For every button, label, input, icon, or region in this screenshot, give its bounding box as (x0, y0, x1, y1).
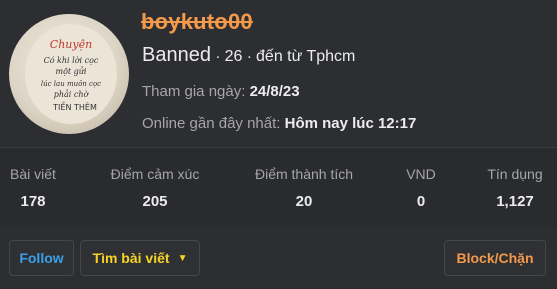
action-bar: Follow Tìm bài viết ▼ Block/Chặn (0, 227, 557, 289)
stat-label: Điểm thành tích (254, 166, 354, 182)
last-online-value: Hôm nay lúc 12:17 (284, 115, 417, 132)
stat-value: 205 (142, 193, 168, 210)
location[interactable]: Tphcm (306, 48, 355, 65)
user-age: 26 (224, 48, 243, 65)
location-prefix: đến từ (256, 48, 303, 65)
last-online-label: Online gần đây nhất: (142, 115, 281, 132)
block-button[interactable]: Block/Chặn (444, 240, 546, 276)
find-posts-label: Tìm bài viết (92, 250, 170, 266)
separator-dot: · (246, 48, 257, 65)
find-posts-button[interactable]: Tìm bài viết ▼ (80, 240, 200, 276)
avatar-text-line-4: lúc lau muôn cọc (41, 80, 101, 88)
avatar-image: Chuyện Có khi lời cọc một gửi lúc lau mu… (25, 24, 117, 124)
last-online-row: Online gần đây nhất: Hôm nay lúc 12:17 (142, 115, 416, 132)
joined-label: Tham gia ngày: (142, 83, 246, 100)
stat-value: 178 (20, 193, 46, 210)
stat-label: Điểm cảm xúc (110, 166, 200, 182)
username[interactable]: boykuto00 (141, 9, 253, 35)
follow-button[interactable]: Follow (9, 240, 74, 276)
avatar-text-line-3: một gửi (56, 67, 87, 76)
stat-trophy-points[interactable]: Điểm thành tích 20 (249, 166, 359, 210)
caret-down-icon: ▼ (177, 252, 188, 264)
stat-credits: Tín dụng 1,127 (460, 166, 557, 210)
avatar-text-line-5: phải chờ (54, 90, 90, 99)
avatar-text-line-1: Chuyện (50, 38, 92, 51)
stat-value: 1,127 (496, 193, 534, 210)
joined-value: 24/8/23 (249, 83, 300, 100)
block-button-label: Block/Chặn (456, 250, 534, 266)
follow-button-label: Follow (19, 250, 64, 266)
separator-dot: · (215, 48, 225, 65)
profile-header: Chuyện Có khi lời cọc một gửi lúc lau mu… (0, 0, 557, 147)
stat-value: 20 (295, 193, 313, 210)
stat-posts[interactable]: Bài viết 178 (0, 166, 88, 210)
stat-label: Bài viết (10, 166, 56, 182)
user-title-line: Banned · 26 · đến từ Tphcm (142, 44, 355, 67)
avatar-text-line-2: Có khi lời cọc (44, 56, 99, 65)
user-title: Banned (142, 44, 211, 66)
stat-label: Tín dụng (487, 166, 543, 182)
avatar[interactable]: Chuyện Có khi lời cọc một gửi lúc lau mu… (9, 14, 129, 134)
stats-bar: Bài viết 178 Điểm cảm xúc 205 Điểm thành… (0, 147, 557, 228)
stat-reactions[interactable]: Điểm cảm xúc 205 (100, 166, 210, 210)
joined-row: Tham gia ngày: 24/8/23 (142, 83, 300, 100)
